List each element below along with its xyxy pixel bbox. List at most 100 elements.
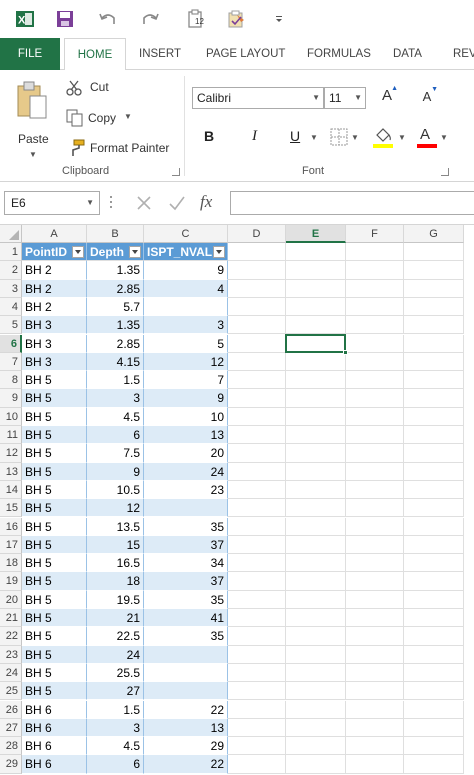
table-cell-pointid[interactable]: BH 5: [22, 462, 87, 481]
table-cell-pointid[interactable]: BH 3: [22, 316, 87, 335]
column-header-b[interactable]: B: [87, 225, 144, 243]
empty-cell[interactable]: [346, 444, 404, 463]
table-cell-pointid[interactable]: BH 5: [22, 444, 87, 463]
paste-dropdown-icon[interactable]: ▼: [29, 150, 37, 159]
empty-cell[interactable]: [346, 316, 404, 335]
table-cell-depth[interactable]: 5.7: [87, 297, 144, 317]
empty-cell[interactable]: [228, 645, 286, 664]
empty-cell[interactable]: [228, 407, 286, 426]
underline-dropdown-icon[interactable]: ▼: [310, 133, 318, 142]
empty-cell[interactable]: [286, 535, 346, 555]
customize-qat-icon[interactable]: [268, 8, 290, 30]
italic-button[interactable]: I: [252, 128, 274, 150]
empty-cell[interactable]: [228, 609, 286, 628]
copy-dropdown-icon[interactable]: ▼: [124, 112, 132, 121]
row-header[interactable]: 10: [0, 407, 22, 426]
empty-cell[interactable]: [404, 334, 464, 353]
table-cell-ispt-nval[interactable]: 5: [144, 334, 228, 353]
table-cell-ispt-nval[interactable]: 9: [144, 389, 228, 408]
empty-cell[interactable]: [228, 334, 286, 353]
cancel-icon[interactable]: [136, 195, 152, 211]
table-cell-depth[interactable]: 1.5: [87, 700, 144, 719]
empty-cell[interactable]: [228, 371, 286, 390]
empty-cell[interactable]: [346, 334, 404, 353]
empty-cell[interactable]: [286, 572, 346, 591]
tab-formulas[interactable]: FORMULAS: [298, 38, 380, 70]
filter-dropdown-icon[interactable]: [72, 246, 84, 258]
table-cell-pointid[interactable]: BH 5: [22, 663, 87, 683]
row-header[interactable]: 15: [0, 499, 22, 518]
table-cell-pointid[interactable]: BH 2: [22, 279, 87, 298]
column-header-a[interactable]: A: [22, 225, 87, 243]
table-cell-pointid[interactable]: BH 6: [22, 700, 87, 719]
underline-button[interactable]: U: [290, 128, 308, 150]
row-header[interactable]: 20: [0, 590, 22, 609]
empty-cell[interactable]: [228, 700, 286, 719]
copy-button[interactable]: Copy ▼: [64, 108, 164, 128]
row-header[interactable]: 11: [0, 426, 22, 445]
table-cell-ispt-nval[interactable]: 4: [144, 279, 228, 298]
empty-cell[interactable]: [404, 243, 464, 262]
empty-cell[interactable]: [228, 627, 286, 646]
empty-cell[interactable]: [228, 718, 286, 738]
table-cell-depth[interactable]: 19.5: [87, 590, 144, 609]
empty-cell[interactable]: [228, 297, 286, 317]
empty-cell[interactable]: [404, 663, 464, 683]
table-cell-depth[interactable]: 16.5: [87, 554, 144, 573]
row-header[interactable]: 3: [0, 279, 22, 298]
empty-cell[interactable]: [286, 737, 346, 756]
empty-cell[interactable]: [404, 517, 464, 536]
table-cell-ispt-nval[interactable]: 34: [144, 554, 228, 573]
table-cell-ispt-nval[interactable]: 24: [144, 462, 228, 481]
empty-cell[interactable]: [286, 426, 346, 445]
row-header[interactable]: 26: [0, 700, 22, 719]
table-cell-depth[interactable]: 15: [87, 535, 144, 555]
empty-cell[interactable]: [346, 627, 404, 646]
table-cell-ispt-nval[interactable]: [144, 682, 228, 701]
row-header[interactable]: 16: [0, 517, 22, 536]
empty-cell[interactable]: [346, 590, 404, 609]
column-header-g[interactable]: G: [404, 225, 464, 243]
empty-cell[interactable]: [286, 718, 346, 738]
row-header[interactable]: 14: [0, 480, 22, 500]
table-cell-ispt-nval[interactable]: 37: [144, 572, 228, 591]
empty-cell[interactable]: [286, 645, 346, 664]
empty-cell[interactable]: [228, 682, 286, 701]
table-header-cell[interactable]: ISPT_NVAL: [144, 243, 228, 262]
row-header[interactable]: 22: [0, 627, 22, 646]
empty-cell[interactable]: [286, 499, 346, 518]
empty-cell[interactable]: [286, 627, 346, 646]
empty-cell[interactable]: [228, 389, 286, 408]
empty-cell[interactable]: [404, 371, 464, 390]
tab-file[interactable]: FILE: [0, 38, 60, 70]
table-cell-ispt-nval[interactable]: [144, 663, 228, 683]
table-cell-pointid[interactable]: BH 5: [22, 554, 87, 573]
format-painter-button[interactable]: Format Painter: [64, 138, 174, 158]
empty-cell[interactable]: [346, 297, 404, 317]
table-cell-depth[interactable]: 6: [87, 426, 144, 445]
empty-cell[interactable]: [228, 316, 286, 335]
table-cell-ispt-nval[interactable]: 35: [144, 517, 228, 536]
empty-cell[interactable]: [286, 389, 346, 408]
empty-cell[interactable]: [228, 590, 286, 609]
table-cell-ispt-nval[interactable]: [144, 645, 228, 664]
table-cell-ispt-nval[interactable]: 29: [144, 737, 228, 756]
empty-cell[interactable]: [404, 279, 464, 298]
empty-cell[interactable]: [228, 480, 286, 500]
column-header-e[interactable]: E: [286, 225, 346, 243]
table-cell-pointid[interactable]: BH 5: [22, 682, 87, 701]
empty-cell[interactable]: [404, 499, 464, 518]
table-cell-ispt-nval[interactable]: 13: [144, 426, 228, 445]
row-header[interactable]: 2: [0, 261, 22, 280]
empty-cell[interactable]: [286, 297, 346, 317]
table-cell-depth[interactable]: 7.5: [87, 444, 144, 463]
table-cell-depth[interactable]: 1.35: [87, 261, 144, 280]
row-header[interactable]: 25: [0, 682, 22, 701]
table-cell-pointid[interactable]: BH 5: [22, 371, 87, 390]
row-header[interactable]: 23: [0, 645, 22, 664]
empty-cell[interactable]: [228, 352, 286, 372]
tab-home[interactable]: HOME: [64, 38, 126, 71]
fill-color-dropdown-icon[interactable]: ▼: [398, 133, 406, 142]
font-size-dropdown-icon[interactable]: ▼: [354, 88, 362, 108]
empty-cell[interactable]: [228, 535, 286, 555]
